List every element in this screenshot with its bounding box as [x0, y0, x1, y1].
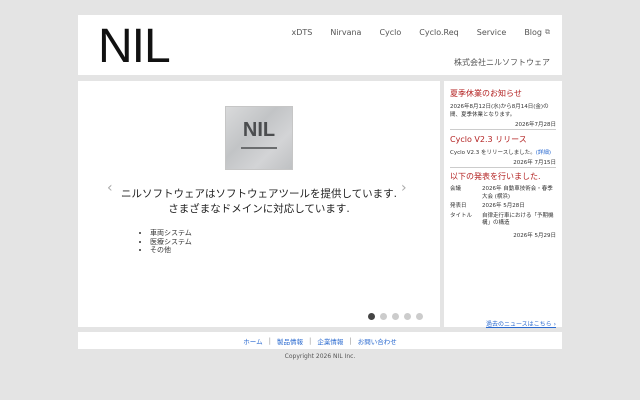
news-detail-link[interactable]: (詳細): [536, 150, 551, 156]
news-date: 2026年 7月15日: [513, 160, 556, 166]
list-item: 車両システム: [150, 229, 192, 238]
past-news-link[interactable]: 過去のニュースはこちら ›: [486, 319, 556, 328]
slide-caption: ニルソフトウェアはソフトウェアツールを提供しています. さまざまなドメインに対応…: [78, 187, 440, 217]
news-body: Cyclo V2.3 をリリースしました。(詳細): [450, 149, 556, 157]
presentation-info-table: 会議 2026年 自動車技術会・春季大会 (横浜) 発表日 2026年 5月28…: [450, 186, 556, 230]
footer-link-contact[interactable]: お問い合わせ: [352, 336, 403, 346]
news-item-cyclo-release: Cyclo V2.3 リリース Cyclo V2.3 をリリースしました。(詳細…: [450, 135, 556, 166]
main-nav: xDTS Nirvana Cyclo Cyclo.Req Service Blo…: [291, 28, 550, 37]
footer-nav: ホーム | 製品情報 | 企業情報 | お問い合わせ: [78, 332, 562, 349]
footer-link-products[interactable]: 製品情報: [271, 336, 309, 346]
news-body: 2026年8月12日(水)から8月14日(金)の間、夏季休業となります。: [450, 104, 549, 118]
external-link-icon: ⧉: [545, 28, 550, 36]
nav-cyclo-req[interactable]: Cyclo.Req: [419, 28, 458, 37]
table-cell-key: 発表日: [450, 203, 467, 209]
news-title[interactable]: Cyclo V2.3 リリース: [450, 135, 556, 145]
table-row: タイトル 自律走行車における「予期機構」の構造: [450, 213, 556, 230]
nav-blog-label: Blog: [524, 28, 542, 37]
news-date: 2026年 5月29日: [513, 232, 556, 239]
list-item: その他: [150, 246, 192, 255]
table-row: 会議 2026年 自動車技術会・春季大会 (横浜): [450, 186, 556, 203]
table-row: 発表日 2026年 5月28日: [450, 203, 556, 213]
nav-nirvana[interactable]: Nirvana: [330, 28, 361, 37]
news-item-summer-holiday: 夏季休業のお知らせ 2026年8月12日(水)から8月14日(金)の間、夏季休業…: [450, 89, 556, 128]
nil-logo-image: NIL: [225, 106, 293, 170]
news-title[interactable]: 以下の発表を行いました.: [450, 172, 556, 182]
nil-logo-underline: [241, 147, 277, 149]
nav-blog[interactable]: Blog ⧉: [524, 28, 550, 37]
slide-caption-line2: さまざまなドメインに対応しています.: [168, 203, 350, 215]
news-date: 2026年7月28日: [515, 122, 556, 128]
slider-dot-3[interactable]: [392, 313, 399, 320]
table-cell-value: 自律走行車における「予期機構」の構造: [482, 212, 554, 227]
footer-link-home[interactable]: ホーム: [237, 336, 268, 346]
table-cell-value: 2026年 5月28日: [482, 203, 525, 209]
site-header: NIL xDTS Nirvana Cyclo Cyclo.Req Service…: [78, 15, 562, 75]
slider-dot-2[interactable]: [380, 313, 387, 320]
slide-caption-line1: ニルソフトウェアはソフトウェアツールを提供しています.: [120, 188, 398, 200]
nav-xdts[interactable]: xDTS: [291, 28, 312, 37]
news-item-presentation: 以下の発表を行いました. 会議 2026年 自動車技術会・春季大会 (横浜) 発…: [450, 172, 556, 239]
footer-link-company[interactable]: 企業情報: [311, 336, 349, 346]
table-cell-key: 会議: [450, 186, 462, 192]
list-item: 医療システム: [150, 238, 192, 247]
slider-dot-1[interactable]: [368, 313, 375, 320]
company-name: 株式会社ニルソフトウェア: [454, 58, 550, 67]
copyright-text: Copyright 2026 NIL Inc.: [284, 353, 356, 360]
nav-cyclo[interactable]: Cyclo: [379, 28, 401, 37]
nil-logo-text: NIL: [242, 119, 276, 141]
table-cell-value: 2026年 自動車技術会・春季大会 (横浜): [482, 186, 553, 200]
slider-dot-5[interactable]: [416, 313, 423, 320]
table-cell-key: タイトル: [450, 212, 473, 219]
news-title[interactable]: 夏季休業のお知らせ: [450, 89, 556, 99]
hero-slider: NIL ‹ › ニルソフトウェアはソフトウェアツールを提供しています. さまざま…: [78, 81, 440, 327]
slider-dot-4[interactable]: [404, 313, 411, 320]
news-divider: [450, 129, 556, 130]
news-panel: 夏季休業のお知らせ 2026年8月12日(水)から8月14日(金)の間、夏季休業…: [444, 81, 562, 328]
site-logo[interactable]: NIL: [98, 19, 171, 75]
nav-service[interactable]: Service: [477, 28, 507, 37]
slider-pagination: [368, 313, 423, 320]
news-body-text: Cyclo V2.3 をリリースしました。: [450, 150, 536, 156]
news-divider: [450, 167, 556, 168]
slide-bullet-list: 車両システム 医療システム その他: [138, 229, 192, 255]
